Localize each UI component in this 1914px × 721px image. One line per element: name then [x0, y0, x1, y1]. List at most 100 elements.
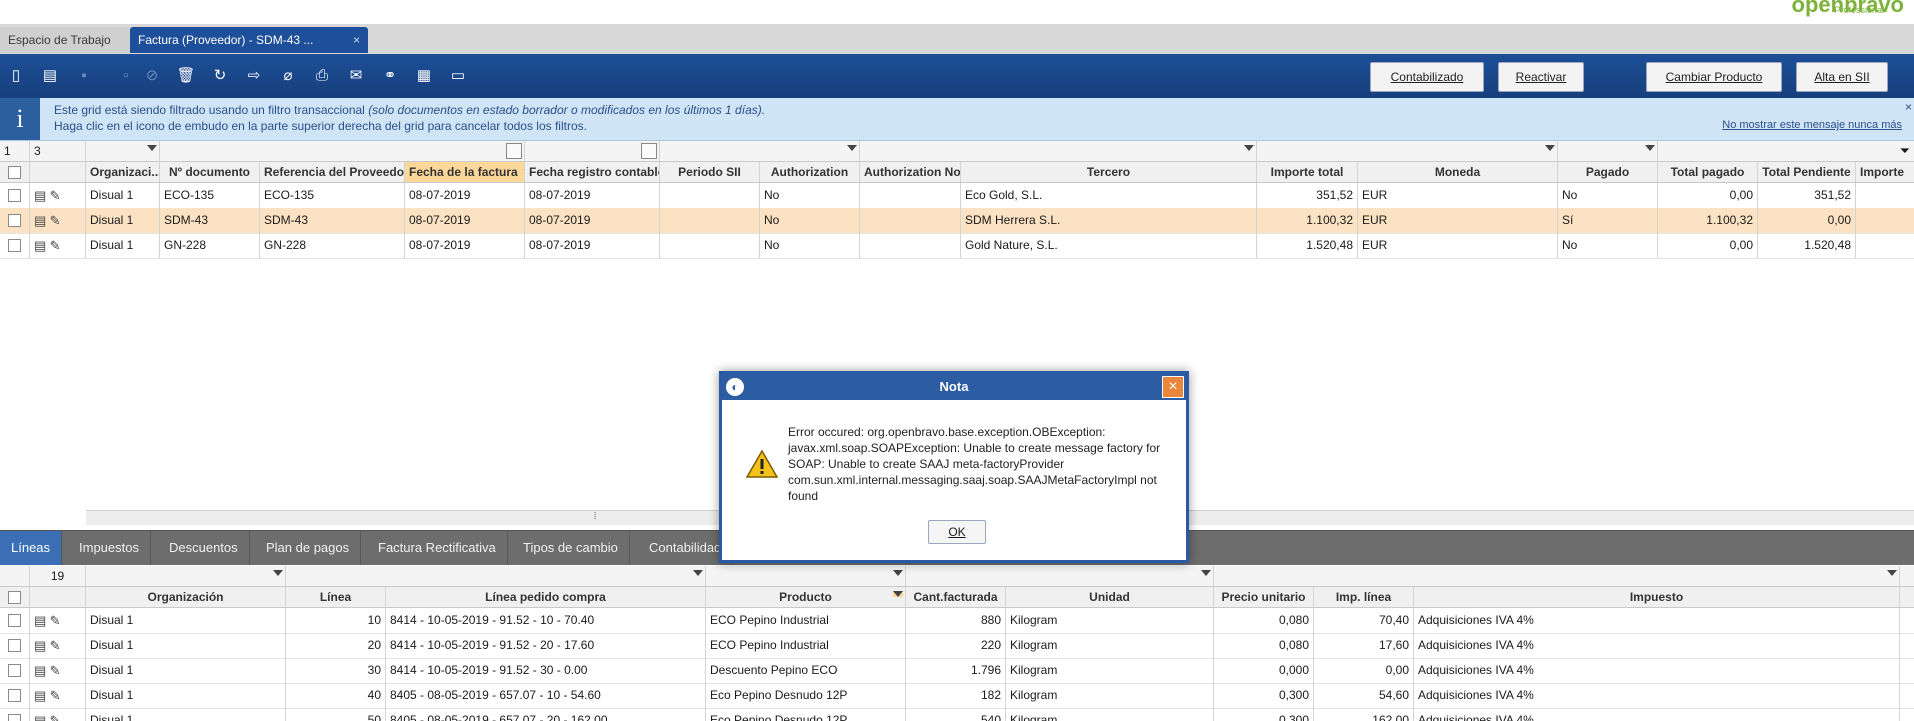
edit-pencil-icon[interactable]: ✎ [50, 638, 61, 653]
table-row[interactable]: ▤ ✎ Disual 1 10 8414 - 10-05-2019 - 91.5… [0, 608, 1914, 634]
edit-pencil-icon[interactable]: ✎ [50, 238, 61, 253]
ok-button[interactable]: OK [928, 520, 986, 544]
edit-pencil-icon[interactable]: ✎ [50, 688, 61, 703]
col-fecha-factura[interactable]: Fecha de la factura ▼ [405, 162, 525, 182]
checkbox[interactable] [8, 189, 21, 202]
refresh-icon[interactable]: ↻ [210, 66, 230, 86]
checkbox[interactable] [8, 591, 21, 604]
save-close-icon[interactable]: ▫ [116, 66, 136, 86]
col-lower-precio[interactable]: Precio unitario [1214, 587, 1314, 607]
form-view-icon[interactable]: ▤ [34, 688, 46, 703]
filter-pagado[interactable] [1558, 141, 1658, 161]
col-importe-total[interactable]: Importe total [1257, 162, 1358, 182]
table-row[interactable]: ▤ ✎ Disual 1 ECO-135 ECO-135 08-07-2019 … [0, 183, 1914, 209]
export-icon[interactable]: ⇨ [244, 66, 264, 86]
print-icon[interactable]: ⎙ [312, 66, 332, 86]
calendar-icon[interactable] [506, 143, 522, 159]
edit-pencil-icon[interactable]: ✎ [50, 713, 61, 721]
col-lower-impuesto[interactable]: Impuesto [1414, 587, 1900, 607]
chevron-down-icon[interactable] [1887, 570, 1897, 576]
alta-en-sii-button[interactable]: Alta en SII [1796, 62, 1888, 92]
new-row-icon[interactable]: ▤ [40, 66, 60, 86]
row-checkbox[interactable] [0, 183, 30, 208]
cambiar-producto-button[interactable]: Cambiar Producto [1646, 62, 1782, 92]
checkbox[interactable] [8, 214, 21, 227]
col-lower-producto[interactable]: Producto [706, 587, 906, 607]
checkbox[interactable] [8, 239, 21, 252]
chevron-down-icon[interactable] [693, 570, 703, 576]
close-tab-icon[interactable]: × [353, 27, 360, 53]
table-row-selected[interactable]: ▤ ✎ Disual 1 SDM-43 SDM-43 08-07-2019 08… [0, 208, 1914, 234]
filter-org[interactable] [86, 141, 160, 161]
chevron-down-icon[interactable] [1545, 145, 1555, 151]
row-checkbox[interactable] [0, 683, 30, 708]
col-tercero[interactable]: Tercero [961, 162, 1257, 182]
checkbox[interactable] [8, 639, 21, 652]
new-document-icon[interactable]: ▯ [6, 66, 26, 86]
chevron-down-icon[interactable] [1244, 145, 1254, 151]
chevron-down-icon[interactable] [893, 570, 903, 576]
audit-icon[interactable]: ▦ [414, 66, 434, 86]
col-lower-linea[interactable]: Línea [286, 587, 386, 607]
attach-icon[interactable]: ⌀ [278, 66, 298, 86]
chevron-down-icon[interactable] [273, 570, 283, 576]
form-view-icon[interactable]: ▤ [34, 663, 46, 678]
subtab-impuestos[interactable]: Impuestos [68, 531, 151, 565]
contabilizado-button[interactable]: Contabilizado [1370, 62, 1484, 92]
edit-pencil-icon[interactable]: ✎ [50, 213, 61, 228]
grid-config-icon[interactable]: ▭ [448, 66, 468, 86]
form-view-icon[interactable]: ▤ [34, 213, 46, 228]
form-view-icon[interactable]: ▤ [34, 713, 46, 721]
filter-authorization[interactable] [760, 141, 860, 161]
col-authorization-no[interactable]: Authorization No. [860, 162, 961, 182]
row-checkbox[interactable] [0, 633, 30, 658]
undo-icon[interactable]: ⊘ [142, 66, 162, 86]
calendar-icon[interactable] [641, 143, 657, 159]
col-pagado[interactable]: Pagado [1558, 162, 1658, 182]
col-lower-cantidad[interactable]: Cant.facturada [906, 587, 1006, 607]
row-checkbox[interactable] [0, 208, 30, 233]
select-all-checkbox[interactable] [0, 162, 30, 182]
subtab-lineas[interactable]: Líneas [0, 531, 63, 565]
subtab-descuentos[interactable]: Descuentos [158, 531, 250, 565]
col-periodo-sii[interactable]: Periodo SII [660, 162, 760, 182]
scroll-grip-icon[interactable]: ⦙ [594, 511, 596, 522]
chevron-down-icon[interactable] [147, 145, 157, 151]
table-row[interactable]: ▤ ✎ Disual 1 30 8414 - 10-05-2019 - 91.5… [0, 658, 1914, 684]
form-view-icon[interactable]: ▤ [34, 238, 46, 253]
col-authorization[interactable]: Authorization [760, 162, 860, 182]
table-row[interactable]: ▤ ✎ Disual 1 50 8405 - 08-05-2019 - 657.… [0, 708, 1914, 721]
col-fecha-registro[interactable]: Fecha registro contable [525, 162, 660, 182]
col-importe[interactable]: Importe [1856, 162, 1914, 182]
checkbox[interactable] [8, 166, 21, 179]
delete-icon[interactable]: 🗑 [176, 66, 196, 86]
col-total-pagado[interactable]: Total pagado [1658, 162, 1758, 182]
form-view-icon[interactable]: ▤ [34, 638, 46, 653]
chevron-down-icon[interactable] [1201, 570, 1211, 576]
row-checkbox[interactable] [0, 658, 30, 683]
filter-tercero[interactable] [961, 141, 1257, 161]
col-n-documento[interactable]: Nº documento [160, 162, 260, 182]
col-lower-imp-linea[interactable]: Imp. línea [1314, 587, 1414, 607]
chevron-down-icon[interactable] [1645, 145, 1655, 151]
checkbox[interactable] [8, 689, 21, 702]
link-icon[interactable]: ⚭ [380, 66, 400, 86]
edit-pencil-icon[interactable]: ✎ [50, 663, 61, 678]
col-referencia[interactable]: Referencia del Proveedor [260, 162, 405, 182]
close-dialog-icon[interactable]: × [1162, 376, 1184, 398]
email-icon[interactable]: ✉ [346, 66, 366, 86]
close-info-icon[interactable]: × [1905, 100, 1912, 114]
filter-lower-org[interactable] [86, 566, 286, 586]
row-checkbox[interactable] [0, 608, 30, 633]
filter-fecha-registro[interactable] [525, 141, 660, 161]
funnel-icon[interactable]: ⏷ [1900, 141, 1910, 161]
form-view-icon[interactable]: ▤ [34, 613, 46, 628]
col-moneda[interactable]: Moneda [1358, 162, 1558, 182]
col-total-pendiente[interactable]: Total Pendiente [1758, 162, 1856, 182]
col-lower-organizacion[interactable]: Organización [86, 587, 286, 607]
save-icon[interactable]: ▪ [74, 66, 94, 86]
chevron-down-icon[interactable] [847, 145, 857, 151]
row-checkbox[interactable] [0, 708, 30, 721]
tab-workspace[interactable]: Espacio de Trabajo [0, 27, 138, 53]
col-lower-pedido[interactable]: Línea pedido compra [386, 587, 706, 607]
